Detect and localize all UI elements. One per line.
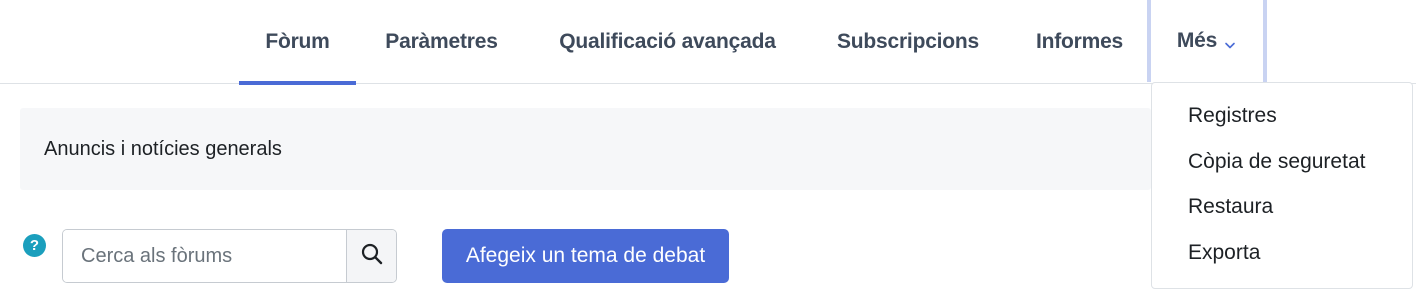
forum-intro-box: Anuncis i notícies generals [20,108,1151,190]
tab-parameters[interactable]: Paràmetres [356,0,527,84]
add-discussion-topic-button[interactable]: Afegeix un tema de debat [442,229,729,283]
tab-forum-label: Fòrum [265,30,330,53]
tab-forum[interactable]: Fòrum [239,0,356,85]
tab-advanced-grading[interactable]: Qualificació avançada [527,0,808,84]
menu-item-export[interactable]: Exporta [1152,230,1412,276]
tab-more[interactable]: Més [1147,0,1267,82]
menu-item-logs[interactable]: Registres [1152,93,1412,139]
tab-reports[interactable]: Informes [1008,0,1151,84]
help-glyph: ? [29,237,40,254]
tab-reports-label: Informes [1035,30,1124,53]
tab-subscriptions-label: Subscripcions [836,30,980,53]
tab-more-label: Més [1176,29,1218,52]
more-dropdown-menu: Registres Còpia de seguretat Restaura Ex… [1151,82,1413,289]
question-circle-icon[interactable]: ? [23,234,46,257]
tab-advanced-grading-label: Qualificació avançada [559,30,776,53]
chevron-down-icon [1223,34,1237,49]
add-discussion-topic-label: Afegeix un tema de debat [465,244,706,267]
forum-intro-text: Anuncis i notícies generals [44,137,282,160]
search-icon [360,242,384,271]
search-button[interactable] [346,230,396,282]
forum-search-group [62,229,397,283]
tab-parameters-label: Paràmetres [385,30,498,53]
secondary-navigation: Fòrum Paràmetres Qualificació avançada S… [0,0,1416,85]
search-input[interactable] [63,230,346,282]
tab-subscriptions[interactable]: Subscripcions [808,0,1008,84]
menu-item-restore[interactable]: Restaura [1152,184,1412,230]
menu-item-backup[interactable]: Còpia de seguretat [1152,139,1412,185]
